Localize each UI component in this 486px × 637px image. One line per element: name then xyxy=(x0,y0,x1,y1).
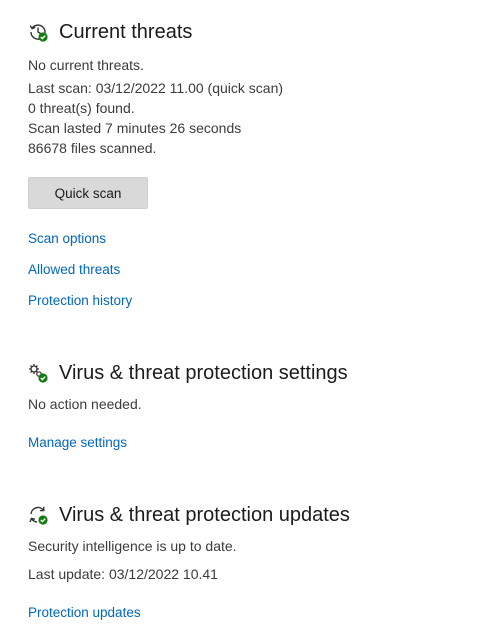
refresh-check-icon xyxy=(28,505,48,525)
scan-options-link[interactable]: Scan options xyxy=(28,230,106,248)
current-threats-title: Current threats xyxy=(59,21,193,43)
updates-title: Virus & threat protection updates xyxy=(59,504,350,526)
last-scan-text: Last scan: 03/12/2022 11.00 (quick scan) xyxy=(28,80,284,96)
settings-status-text: No action needed. xyxy=(28,396,142,412)
current-threats-header: Current threats xyxy=(28,20,192,44)
settings-header: Virus & threat protection settings xyxy=(28,361,348,385)
threat-status-text: No current threats. xyxy=(28,57,144,73)
last-update-text: Last update: 03/12/2022 10.41 xyxy=(28,566,218,582)
files-scanned-text: 86678 files scanned. xyxy=(28,140,157,156)
quick-scan-button[interactable]: Quick scan xyxy=(28,177,148,209)
history-shield-check-icon xyxy=(28,22,48,42)
updates-header: Virus & threat protection updates xyxy=(28,503,350,527)
scan-duration-text: Scan lasted 7 minutes 26 seconds xyxy=(28,120,242,136)
gears-check-icon xyxy=(28,363,48,383)
protection-updates-link[interactable]: Protection updates xyxy=(28,604,141,622)
settings-title: Virus & threat protection settings xyxy=(59,362,348,384)
threats-found-text: 0 threat(s) found. xyxy=(28,100,135,116)
manage-settings-link[interactable]: Manage settings xyxy=(28,434,127,452)
allowed-threats-link[interactable]: Allowed threats xyxy=(28,261,120,279)
protection-history-link[interactable]: Protection history xyxy=(28,292,132,310)
updates-status-text: Security intelligence is up to date. xyxy=(28,538,237,554)
